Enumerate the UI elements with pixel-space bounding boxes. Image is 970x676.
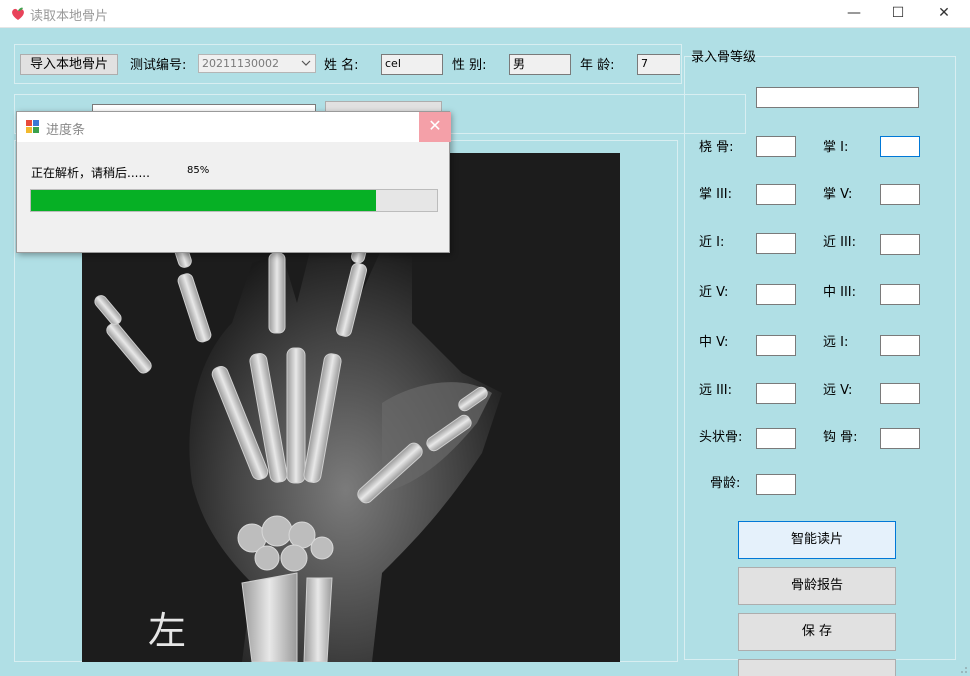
grade-label-proximal-1: 近 I: (699, 235, 725, 250)
name-label: 姓 名: (324, 58, 359, 73)
progress-message: 正在解析，请稍后...... (31, 166, 150, 180)
dialog-app-icon (26, 120, 39, 133)
name-field[interactable]: cel (381, 54, 443, 75)
gender-field[interactable]: 男 (509, 54, 571, 75)
gender-label: 性 别: (452, 58, 487, 73)
grade-label-middle-5: 中 V: (699, 335, 729, 350)
maximize-button[interactable]: ☐ (875, 0, 921, 28)
grade-input-metacarpal-3[interactable] (756, 184, 796, 205)
age-label: 年 龄: (580, 58, 615, 73)
close-window-button[interactable]: ✕ (921, 0, 967, 28)
import-xray-button[interactable]: 导入本地骨片 (20, 54, 118, 75)
grade-label-distal-1: 远 I: (823, 335, 849, 350)
age-field[interactable]: 7 (637, 54, 680, 75)
grade-label-middle-3: 中 III: (823, 285, 857, 300)
grade-input-distal-3[interactable] (756, 383, 796, 404)
test-id-value: 20211130002 (202, 57, 279, 70)
test-id-select[interactable]: 20211130002 (198, 54, 316, 73)
grade-input-metacarpal-1[interactable] (880, 136, 920, 157)
dialog-title: 进度条 (46, 123, 86, 138)
grade-input-metacarpal-5[interactable] (880, 184, 920, 205)
grade-input-middle-5[interactable] (756, 335, 796, 356)
progress-percent: 85% (187, 165, 210, 176)
extra-action-button[interactable] (738, 659, 896, 676)
bone-age-report-button[interactable]: 骨龄报告 (738, 567, 896, 605)
grade-panel-title: 录入骨等级 (691, 50, 757, 65)
smart-read-button[interactable]: 智能读片 (738, 521, 896, 559)
grade-label-metacarpal-1: 掌 I: (823, 140, 849, 155)
grade-input-radius[interactable] (756, 136, 796, 157)
dialog-titlebar: 进度条 ✕ (17, 112, 451, 142)
grade-input-middle-3[interactable] (880, 284, 920, 305)
chevron-down-icon[interactable] (301, 60, 311, 67)
progress-dialog: 进度条 ✕ 正在解析，请稍后...... 85% (16, 111, 451, 253)
grade-label-distal-5: 远 V: (823, 383, 853, 398)
xray-side-label: 左 (148, 609, 186, 653)
grade-label-metacarpal-3: 掌 III: (699, 187, 733, 202)
progress-bar-fill (31, 190, 376, 211)
dialog-close-button[interactable]: ✕ (419, 112, 451, 142)
resize-grip-icon[interactable] (956, 662, 968, 674)
grade-label-proximal-5: 近 V: (699, 285, 729, 300)
grade-input-capitate[interactable] (756, 428, 796, 449)
bone-age-field[interactable] (756, 474, 796, 495)
window-title: 读取本地骨片 (30, 9, 109, 24)
grade-label-capitate: 头状骨: (699, 430, 743, 445)
grade-input-proximal-1[interactable] (756, 233, 796, 254)
grade-label-radius: 桡 骨: (699, 140, 734, 155)
grade-input-distal-1[interactable] (880, 335, 920, 356)
window-titlebar: 读取本地骨片 — ☐ ✕ (0, 0, 970, 28)
grade-input-proximal-5[interactable] (756, 284, 796, 305)
test-id-label: 测试编号: (130, 58, 187, 73)
grade-label-metacarpal-5: 掌 V: (823, 187, 853, 202)
minimize-button[interactable]: — (831, 0, 877, 28)
grade-summary-field[interactable] (756, 87, 919, 108)
save-button[interactable]: 保 存 (738, 613, 896, 651)
app-logo-icon (12, 7, 24, 20)
bone-age-label: 骨龄: (710, 476, 741, 491)
grade-input-proximal-3[interactable] (880, 234, 920, 255)
grade-input-distal-5[interactable] (880, 383, 920, 404)
grade-label-hamate: 钩 骨: (823, 430, 858, 445)
progress-bar (30, 189, 438, 212)
grade-input-hamate[interactable] (880, 428, 920, 449)
grade-label-distal-3: 远 III: (699, 383, 733, 398)
grade-label-proximal-3: 近 III: (823, 235, 857, 250)
